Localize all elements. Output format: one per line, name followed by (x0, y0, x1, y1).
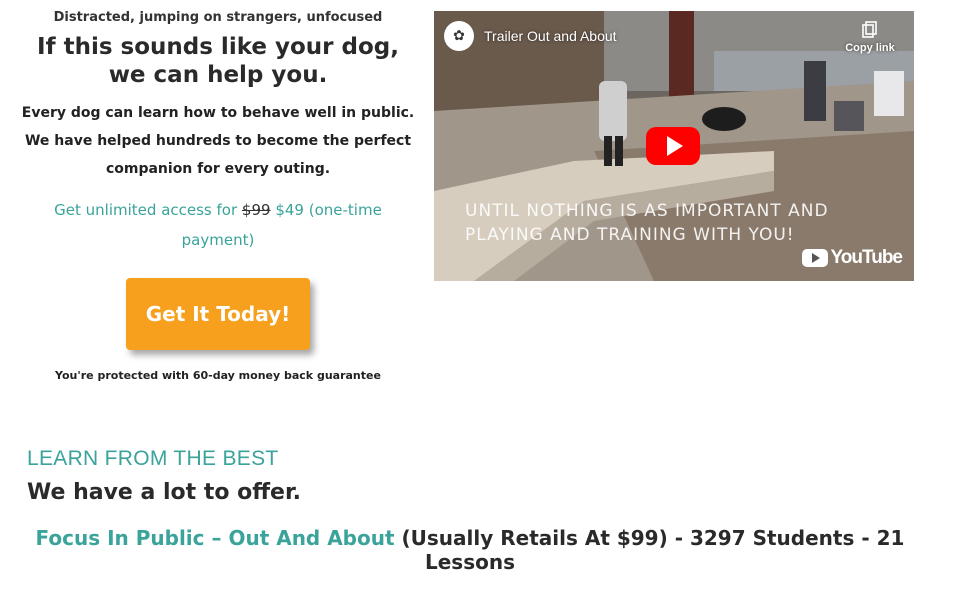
video-caption-line: PLAYING AND TRAINING WITH YOU! (465, 225, 795, 245)
hero-headline: If this sounds like your dog, we can hel… (37, 34, 399, 88)
price-offer: Get unlimited access for $99 $49 (one-ti… (20, 195, 416, 255)
course-details: (Usually Retails At $99) - 3297 Students… (401, 526, 905, 574)
video-title[interactable]: Trailer Out and About (484, 28, 617, 44)
price-new: $49 (one-time (275, 201, 382, 219)
section-kicker: LEARN FROM THE BEST (27, 447, 279, 470)
hero-body: Every dog can learn how to behave well i… (20, 99, 416, 183)
video-caption-line: UNTIL NOTHING IS AS IMPORTANT AND (465, 201, 829, 221)
channel-logo-icon[interactable]: ✿ (444, 21, 474, 51)
hero-tagline: Distracted, jumping on strangers, unfocu… (53, 10, 383, 25)
play-icon (666, 136, 683, 156)
price-old: $99 (241, 201, 271, 219)
video-caption: UNTIL NOTHING IS AS IMPORTANT AND PLAYIN… (465, 199, 829, 247)
copy-link-label: Copy link (845, 42, 895, 54)
copy-link-icon (862, 21, 877, 38)
copy-link-button[interactable]: Copy link (840, 21, 900, 54)
section-title: We have a lot to offer. (27, 480, 302, 505)
price-prefix: Get unlimited access for (54, 201, 238, 219)
course-summary: Focus In Public – Out And About (Usually… (30, 526, 910, 574)
hero-body-line: We have helped hundreds to become the pe… (24, 133, 412, 149)
play-button[interactable] (646, 127, 700, 165)
hero-body-line: Every dog can learn how to behave well i… (21, 105, 415, 121)
youtube-brand-text: YouTube (830, 247, 903, 268)
get-it-today-button[interactable]: Get It Today! (126, 278, 310, 350)
youtube-brand-link[interactable]: YouTube (801, 247, 903, 269)
course-link[interactable]: Focus In Public – Out And About (36, 526, 395, 550)
youtube-logo-icon (801, 249, 828, 267)
price-suffix: payment) (181, 231, 255, 249)
video-embed[interactable]: ✿ Trailer Out and About Copy link UNTIL … (434, 11, 914, 281)
guarantee-note: You're protected with 60-day money back … (55, 369, 381, 382)
hero-body-line: companion for every outing. (105, 161, 331, 177)
